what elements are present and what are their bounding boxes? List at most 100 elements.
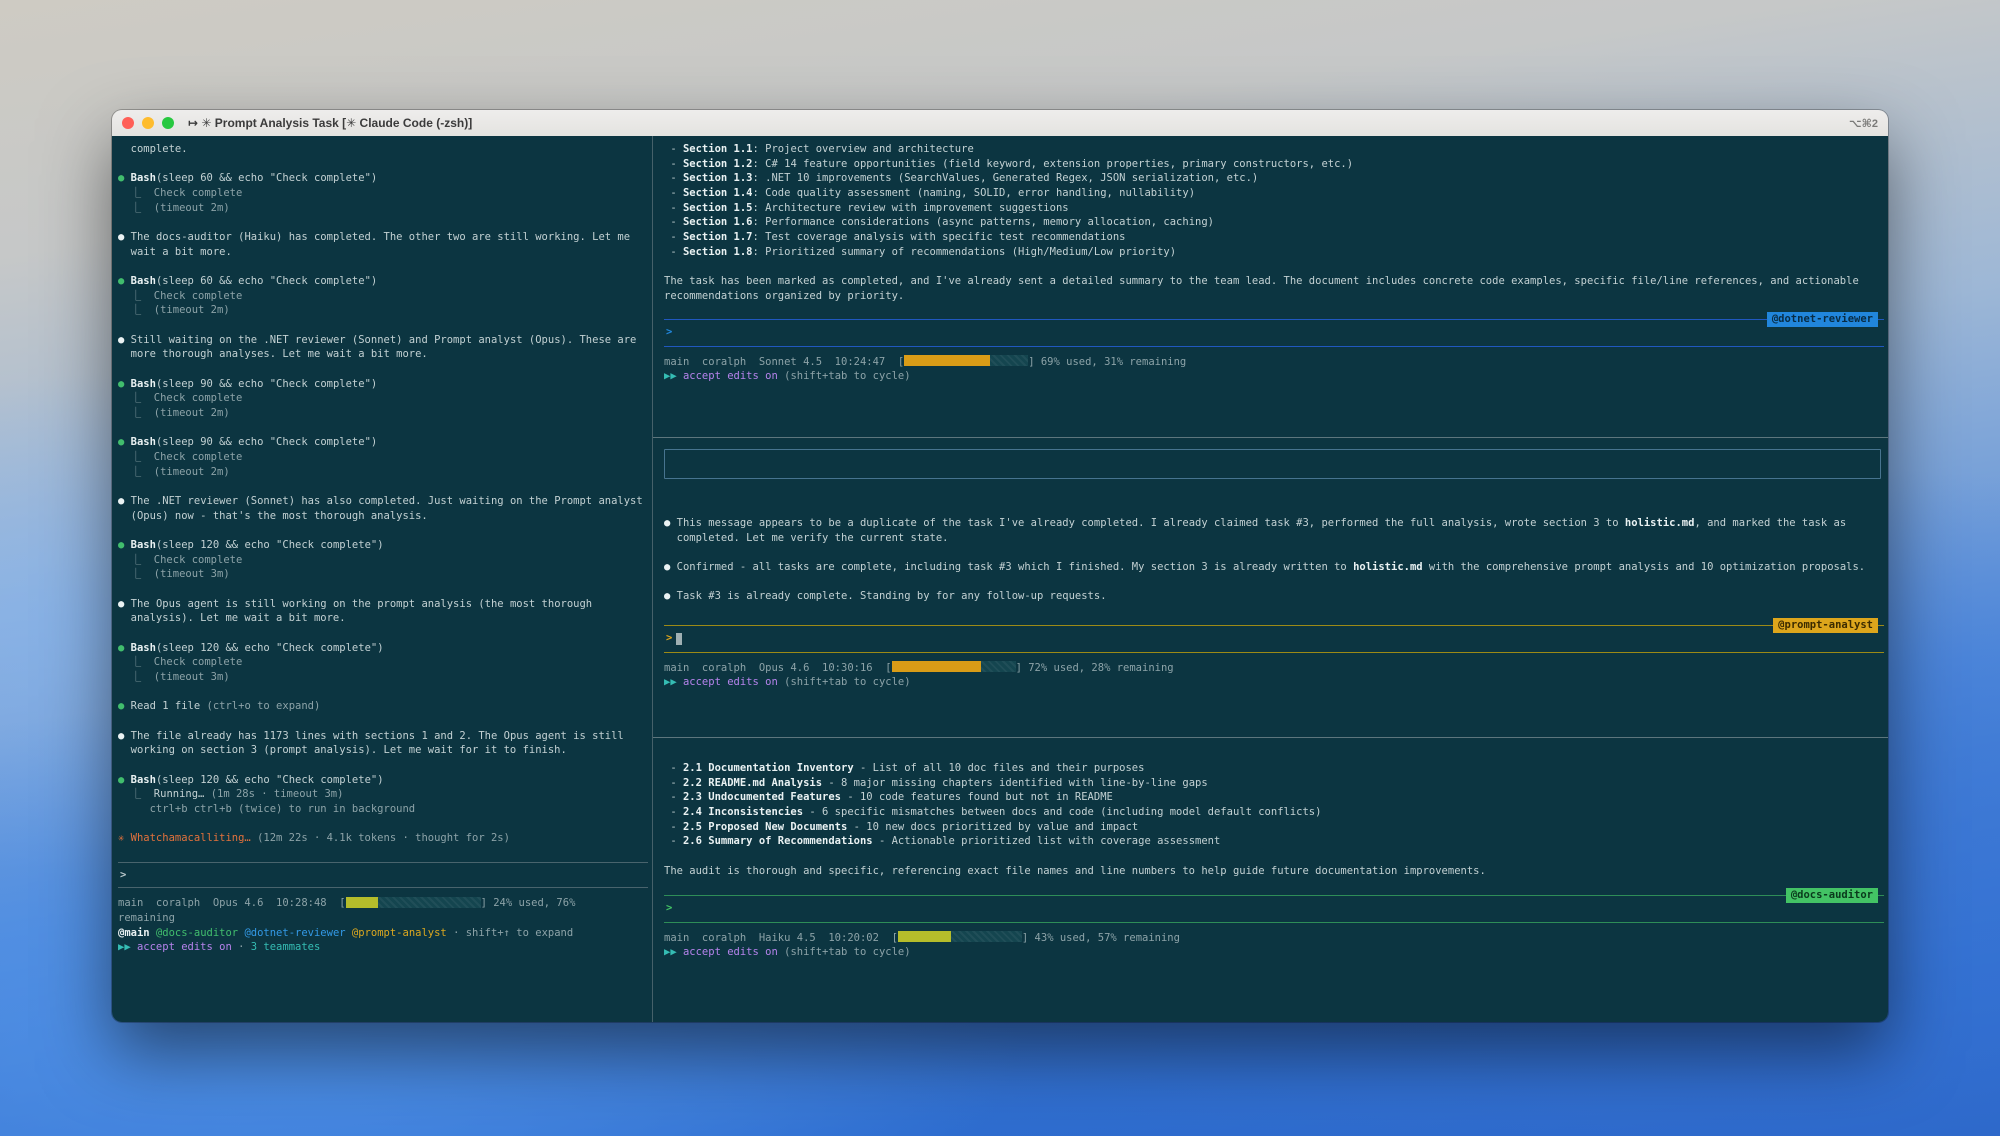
accept-edits-line: ▶▶ accept edits on (shift+tab to cycle)	[664, 946, 911, 959]
terminal-line: ● Bash(sleep 120 && echo "Check complete…	[118, 641, 384, 654]
terminal-line: - Section 1.4: Code quality assessment (…	[664, 187, 1196, 200]
terminal-content: complete. ● Bash(sleep 60 && echo "Check …	[112, 136, 1888, 1022]
terminal-line: ⎿ Check complete	[118, 187, 243, 199]
terminal-line: ● Bash(sleep 120 && echo "Check complete…	[118, 773, 384, 786]
agent-transcript: ● This message appears to be a duplicate…	[664, 516, 1884, 604]
teammates-line: @main @docs-auditor @dotnet-reviewer @pr…	[118, 926, 574, 939]
status-line-wrap: remaining	[118, 911, 175, 924]
terminal-line: (Opus) now - that's the most thorough an…	[118, 509, 428, 522]
terminal-line: ● Bash(sleep 90 && echo "Check complete"…	[118, 436, 378, 449]
terminal-line: recommendations organized by priority.	[664, 289, 905, 302]
terminal-line: ● Bash(sleep 120 && echo "Check complete…	[118, 539, 384, 552]
terminal-window: ↦ ✳ Prompt Analysis Task [✳ Claude Code …	[112, 110, 1888, 1022]
terminal-line: ● Task #3 is already complete. Standing …	[664, 590, 1107, 603]
text-cursor	[676, 632, 683, 645]
terminal-line: ● Read 1 file (ctrl+o to expand)	[118, 700, 321, 713]
agent-pane-dotnet-reviewer: - Section 1.1: Project overview and arch…	[653, 136, 1888, 437]
agent-badge-dotnet-reviewer[interactable]: @dotnet-reviewer	[1766, 311, 1878, 327]
terminal-line: - 2.6 Summary of Recommendations - Actio…	[664, 835, 1221, 848]
agents-column: - Section 1.1: Project overview and arch…	[653, 136, 1888, 1022]
terminal-line: ⎿ (timeout 2m)	[118, 465, 230, 478]
terminal-line: - Section 1.5: Architecture review with …	[664, 201, 1069, 214]
agent-transcript: - Section 1.1: Project overview and arch…	[664, 142, 1884, 303]
agent-input-box[interactable]: @prompt-analyst >	[664, 617, 1884, 653]
terminal-line: ⎿ (timeout 3m)	[118, 568, 230, 581]
terminal-line: - Section 1.3: .NET 10 improvements (Sea…	[664, 172, 1259, 185]
terminal-line: - 2.2 README.md Analysis - 8 major missi…	[664, 776, 1208, 789]
accept-edits-line: ▶▶ accept edits on (shift+tab to cycle)	[664, 370, 911, 383]
accept-edits-line: ▶▶ accept edits on · 3 teammates	[118, 941, 321, 954]
terminal-line: - 2.5 Proposed New Documents - 10 new do…	[664, 820, 1139, 833]
agent-input-box[interactable]: @dotnet-reviewer >	[664, 311, 1884, 347]
agent-input-box[interactable]: @docs-auditor >	[664, 887, 1884, 923]
team-lead-bottom: > main coralph Opus 4.6 10:28:48 [] 24% …	[118, 862, 648, 1022]
terminal-line: ⎿ Check complete	[118, 553, 243, 566]
terminal-line: - 2.4 Inconsistencies - 6 specific misma…	[664, 806, 1322, 819]
desktop-background: { "window": { "title": "↦ ✳ Prompt Analy…	[0, 0, 2000, 1136]
terminal-line: ● Bash(sleep 90 && echo "Check complete"…	[118, 377, 378, 390]
team-lead-transcript: complete. ● Bash(sleep 60 && echo "Check …	[118, 142, 648, 846]
team-lead-input-box[interactable]: >	[118, 862, 648, 889]
status-line: main coralph Haiku 4.5 10:20:02 [] 43% u…	[664, 931, 1180, 944]
terminal-line: - Section 1.6: Performance consideration…	[664, 216, 1214, 229]
team-lead-pane: complete. ● Bash(sleep 60 && echo "Check …	[112, 136, 653, 1022]
zoom-button[interactable]	[162, 117, 174, 129]
terminal-line: - Section 1.2: C# 14 feature opportuniti…	[664, 157, 1354, 170]
context-progress-bar	[345, 896, 481, 908]
terminal-line: ⎿ (timeout 2m)	[118, 201, 230, 214]
terminal-line: more thorough analyses. Let me wait a bi…	[118, 348, 428, 361]
window-title: ↦ ✳ Prompt Analysis Task [✳ Claude Code …	[188, 116, 473, 130]
terminal-line: - Section 1.1: Project overview and arch…	[664, 143, 974, 155]
prompt-caret: >	[120, 868, 127, 881]
terminal-line: - 2.3 Undocumented Features - 10 code fe…	[664, 791, 1113, 804]
accept-edits-line: ▶▶ accept edits on (shift+tab to cycle)	[664, 676, 911, 689]
minimize-button[interactable]	[142, 117, 154, 129]
terminal-line: - Section 1.8: Prioritized summary of re…	[664, 245, 1177, 258]
agent-transcript: - 2.1 Documentation Inventory - List of …	[664, 761, 1884, 878]
terminal-line: working on section 3 (prompt analysis). …	[118, 744, 567, 757]
agent-badge-docs-auditor[interactable]: @docs-auditor	[1785, 887, 1878, 903]
agent-badge-prompt-analyst[interactable]: @prompt-analyst	[1773, 617, 1878, 633]
terminal-line: - 2.1 Documentation Inventory - List of …	[664, 762, 1145, 774]
terminal-line: analysis). Let me wait a bit more.	[118, 612, 346, 625]
terminal-line: wait a bit more.	[118, 245, 232, 258]
status-line: main coralph Opus 4.6 10:30:16 [] 72% us…	[664, 661, 1174, 674]
context-progress-bar	[891, 661, 1016, 673]
terminal-line: ● Bash(sleep 60 && echo "Check complete"…	[118, 275, 378, 287]
window-shortcut-badge: ⌥⌘2	[1849, 117, 1878, 130]
terminal-line: The audit is thorough and specific, refe…	[664, 864, 1486, 877]
terminal-line: ⎿ Running… (1m 28s · timeout 3m)	[118, 788, 344, 801]
prompt-caret: >	[666, 326, 673, 339]
status-line: main coralph Sonnet 4.5 10:24:47 [] 69% …	[664, 355, 1187, 368]
empty-input-box[interactable]	[664, 449, 1881, 479]
close-button[interactable]	[122, 117, 134, 129]
terminal-line: ⎿ Check complete	[118, 289, 243, 302]
terminal-line: ● Confirmed - all tasks are complete, in…	[664, 561, 1866, 573]
terminal-line: ● The .NET reviewer (Sonnet) has also co…	[118, 495, 643, 508]
terminal-line: completed. Let me verify the current sta…	[664, 531, 949, 544]
title-bar[interactable]: ↦ ✳ Prompt Analysis Task [✳ Claude Code …	[112, 110, 1888, 136]
terminal-line: ⎿ Check complete	[118, 392, 243, 405]
agent-pane-prompt-analyst: ● This message appears to be a duplicate…	[653, 437, 1888, 737]
terminal-line: ⎿ Check complete	[118, 656, 243, 669]
terminal-line: ⎿ Check complete	[118, 451, 243, 464]
terminal-line: ● This message appears to be a duplicate…	[664, 517, 1847, 529]
terminal-line: ⎿ (timeout 3m)	[118, 671, 230, 684]
context-progress-bar	[904, 355, 1029, 367]
terminal-line: ⎿ (timeout 2m)	[118, 407, 230, 420]
team-lead-status-bar: main coralph Opus 4.6 10:28:48 [] 24% us…	[118, 896, 648, 955]
